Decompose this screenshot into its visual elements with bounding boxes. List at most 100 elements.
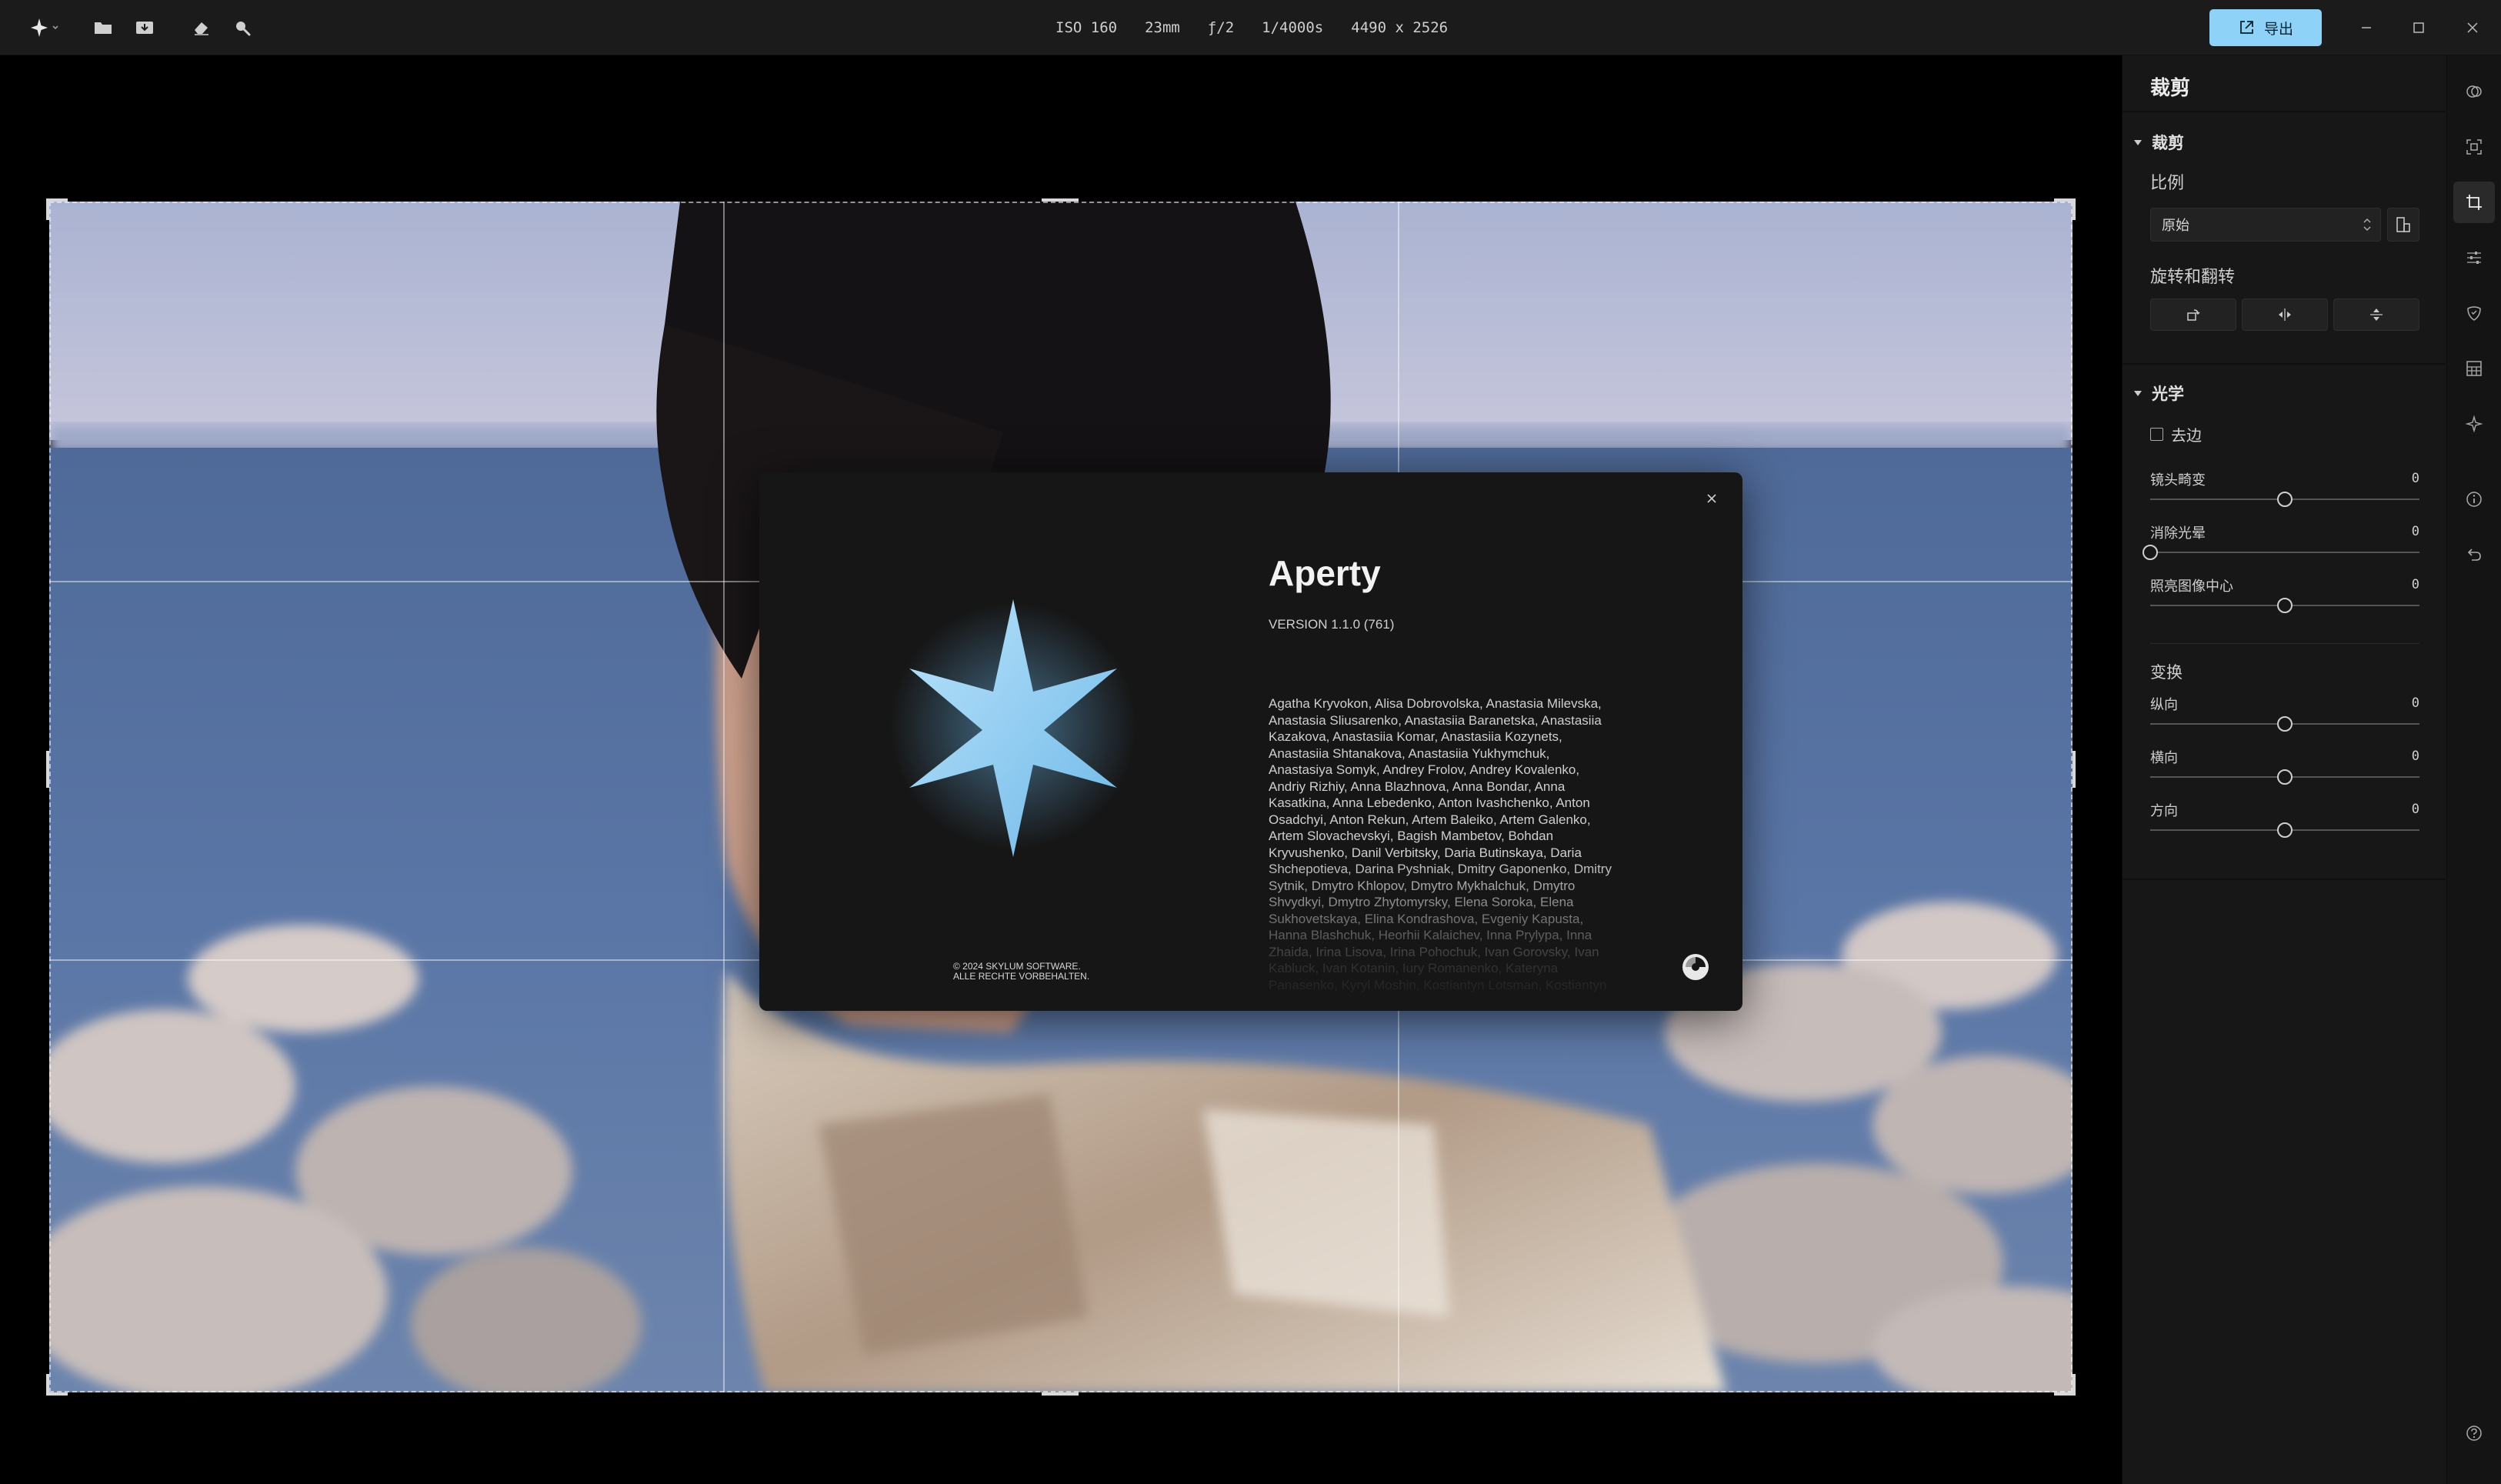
- crop-handle-top[interactable]: [1042, 198, 1079, 202]
- slider-track[interactable]: [2150, 822, 2419, 838]
- edit-panel: 裁剪 裁剪 比例 原始 旋转和翻转 光学 去边 镜头畸变 0 消除光晕 0 照亮…: [2122, 55, 2446, 1484]
- exif-info: ISO 160 23mm ƒ/2 1/4000s 4490 x 2526: [1055, 0, 1448, 55]
- face-retouch-icon: [2467, 306, 2481, 321]
- slider-thumb[interactable]: [2277, 492, 2293, 507]
- grid-line-vertical-1: [723, 202, 725, 1392]
- crop-handle-bottom-left-v[interactable]: [46, 1374, 49, 1396]
- export-button[interactable]: 导出: [2209, 9, 2322, 46]
- slider-label: 方向: [2150, 803, 2178, 819]
- eraser-icon: [195, 22, 208, 35]
- maximize-button[interactable]: [2396, 9, 2442, 46]
- rotate-flip-label: 旋转和翻转: [2150, 267, 2236, 286]
- flip-vertical-button[interactable]: [2333, 298, 2419, 331]
- layers-circles-icon: [2466, 85, 2482, 98]
- credits-fade: [1252, 857, 1652, 1011]
- slider-label: 横向: [2150, 750, 2178, 765]
- optics-section-title: 光学: [2152, 385, 2184, 403]
- slider-thumb[interactable]: [2277, 769, 2293, 785]
- slider-track[interactable]: [2150, 492, 2419, 507]
- star-logo-icon: [31, 18, 58, 37]
- crop-handle-top-left[interactable]: [46, 198, 68, 202]
- eraser-button[interactable]: [182, 11, 222, 45]
- slider-value: 0: [2411, 577, 2419, 592]
- swap-orientation-button[interactable]: [2387, 208, 2419, 242]
- chevron-down-icon: [2134, 140, 2142, 145]
- optics-section-header[interactable]: 光学: [2133, 382, 2184, 405]
- slider-value: 0: [2411, 524, 2419, 539]
- presets-tool-button[interactable]: [2453, 71, 2495, 112]
- panel-title: 裁剪: [2150, 76, 2191, 99]
- slider-thumb[interactable]: [2277, 716, 2293, 732]
- copyright-line-2: ALLE RECHTE VORBEHALTEN.: [953, 971, 1090, 982]
- ai-tool-button[interactable]: [2453, 403, 2495, 445]
- slider-thumb[interactable]: [2143, 545, 2158, 560]
- slider-track[interactable]: [2150, 716, 2419, 732]
- app-window: ISO 160 23mm ƒ/2 1/4000s 4490 x 2526 导出: [0, 0, 2501, 1484]
- exif-dimensions: 4490 x 2526: [1351, 19, 1449, 36]
- minimize-icon: [2362, 27, 2371, 28]
- crop-handle-bottom-left[interactable]: [46, 1392, 68, 1396]
- slider-thumb[interactable]: [2277, 598, 2293, 613]
- export-icon: [2240, 21, 2253, 34]
- ratio-select-value: 原始: [2162, 218, 2189, 233]
- slider-value: 0: [2411, 749, 2419, 764]
- crop-handle-bottom[interactable]: [1042, 1392, 1079, 1396]
- about-dialog: Aperty VERSION 1.1.0 (761) Agatha Kryvok…: [759, 472, 1742, 1011]
- title-bar: ISO 160 23mm ƒ/2 1/4000s 4490 x 2526 导出: [0, 0, 2501, 55]
- defringe-checkbox[interactable]: [2150, 428, 2163, 441]
- slider-label: 纵向: [2150, 697, 2178, 712]
- about-version: VERSION 1.1.0 (761): [1269, 617, 1395, 632]
- crop-handle-right[interactable]: [2072, 751, 2076, 788]
- ratio-label: 比例: [2150, 173, 2185, 192]
- selection-frame-icon: [2466, 139, 2482, 155]
- app-menu-button[interactable]: [18, 11, 72, 45]
- select-tool-button[interactable]: [2453, 126, 2495, 168]
- undo-button[interactable]: [2453, 534, 2495, 575]
- adjust-tool-button[interactable]: [2453, 237, 2495, 278]
- orientation-icon: [2396, 217, 2410, 232]
- slider-track[interactable]: [2150, 769, 2419, 785]
- import-image-button[interactable]: [125, 11, 165, 45]
- flip-horizontal-button[interactable]: [2242, 298, 2328, 331]
- slider-track[interactable]: [2150, 598, 2419, 613]
- slider-label: 镜头畸变: [2150, 472, 2206, 488]
- crop-handle-bottom-right-v[interactable]: [2072, 1374, 2076, 1396]
- defringe-checkbox-row[interactable]: 去边: [2150, 423, 2202, 445]
- skylum-logo-icon: [1682, 954, 1709, 980]
- folder-icon: [95, 22, 112, 34]
- minimize-button[interactable]: [2343, 9, 2389, 46]
- aperty-star-icon: [890, 599, 1136, 857]
- grid-icon: [2466, 361, 2482, 376]
- crop-tool-button[interactable]: [2453, 182, 2495, 223]
- about-close-button[interactable]: [1698, 485, 1726, 512]
- zoom-button[interactable]: [223, 11, 263, 45]
- defringe-label: 去边: [2171, 428, 2202, 445]
- slider-value: 0: [2411, 471, 2419, 486]
- crop-icon: [2466, 195, 2482, 210]
- open-folder-button[interactable]: [83, 11, 123, 45]
- rotate-icon: [2187, 309, 2200, 321]
- crop-handle-left[interactable]: [46, 751, 49, 788]
- crop-handle-top-right-v[interactable]: [2072, 198, 2076, 220]
- ratio-select[interactable]: 原始: [2150, 208, 2381, 242]
- exif-iso: ISO 160: [1055, 19, 1118, 36]
- close-icon: [1707, 494, 1716, 503]
- maximize-icon: [2413, 22, 2424, 33]
- exif-shutter: 1/4000s: [1262, 19, 1324, 36]
- slider-thumb[interactable]: [2277, 822, 2293, 838]
- rotate-button[interactable]: [2150, 298, 2236, 331]
- portrait-tool-button[interactable]: [2453, 292, 2495, 334]
- close-window-button[interactable]: [2449, 9, 2496, 46]
- grid-tool-button[interactable]: [2453, 348, 2495, 389]
- crop-section-header[interactable]: 裁剪: [2133, 131, 2184, 154]
- flip-vertical-icon: [2370, 308, 2383, 321]
- slider-label: 消除光晕: [2150, 525, 2206, 541]
- section-divider: [2123, 879, 2446, 880]
- image-canvas[interactable]: Aperty VERSION 1.1.0 (761) Agatha Kryvok…: [0, 55, 2122, 1484]
- help-button[interactable]: [2453, 1412, 2495, 1454]
- crop-handle-top-left-v[interactable]: [46, 198, 49, 220]
- info-button[interactable]: [2453, 479, 2495, 520]
- close-icon: [2467, 22, 2478, 33]
- magnifier-icon: [236, 22, 251, 36]
- slider-track[interactable]: [2143, 545, 2419, 560]
